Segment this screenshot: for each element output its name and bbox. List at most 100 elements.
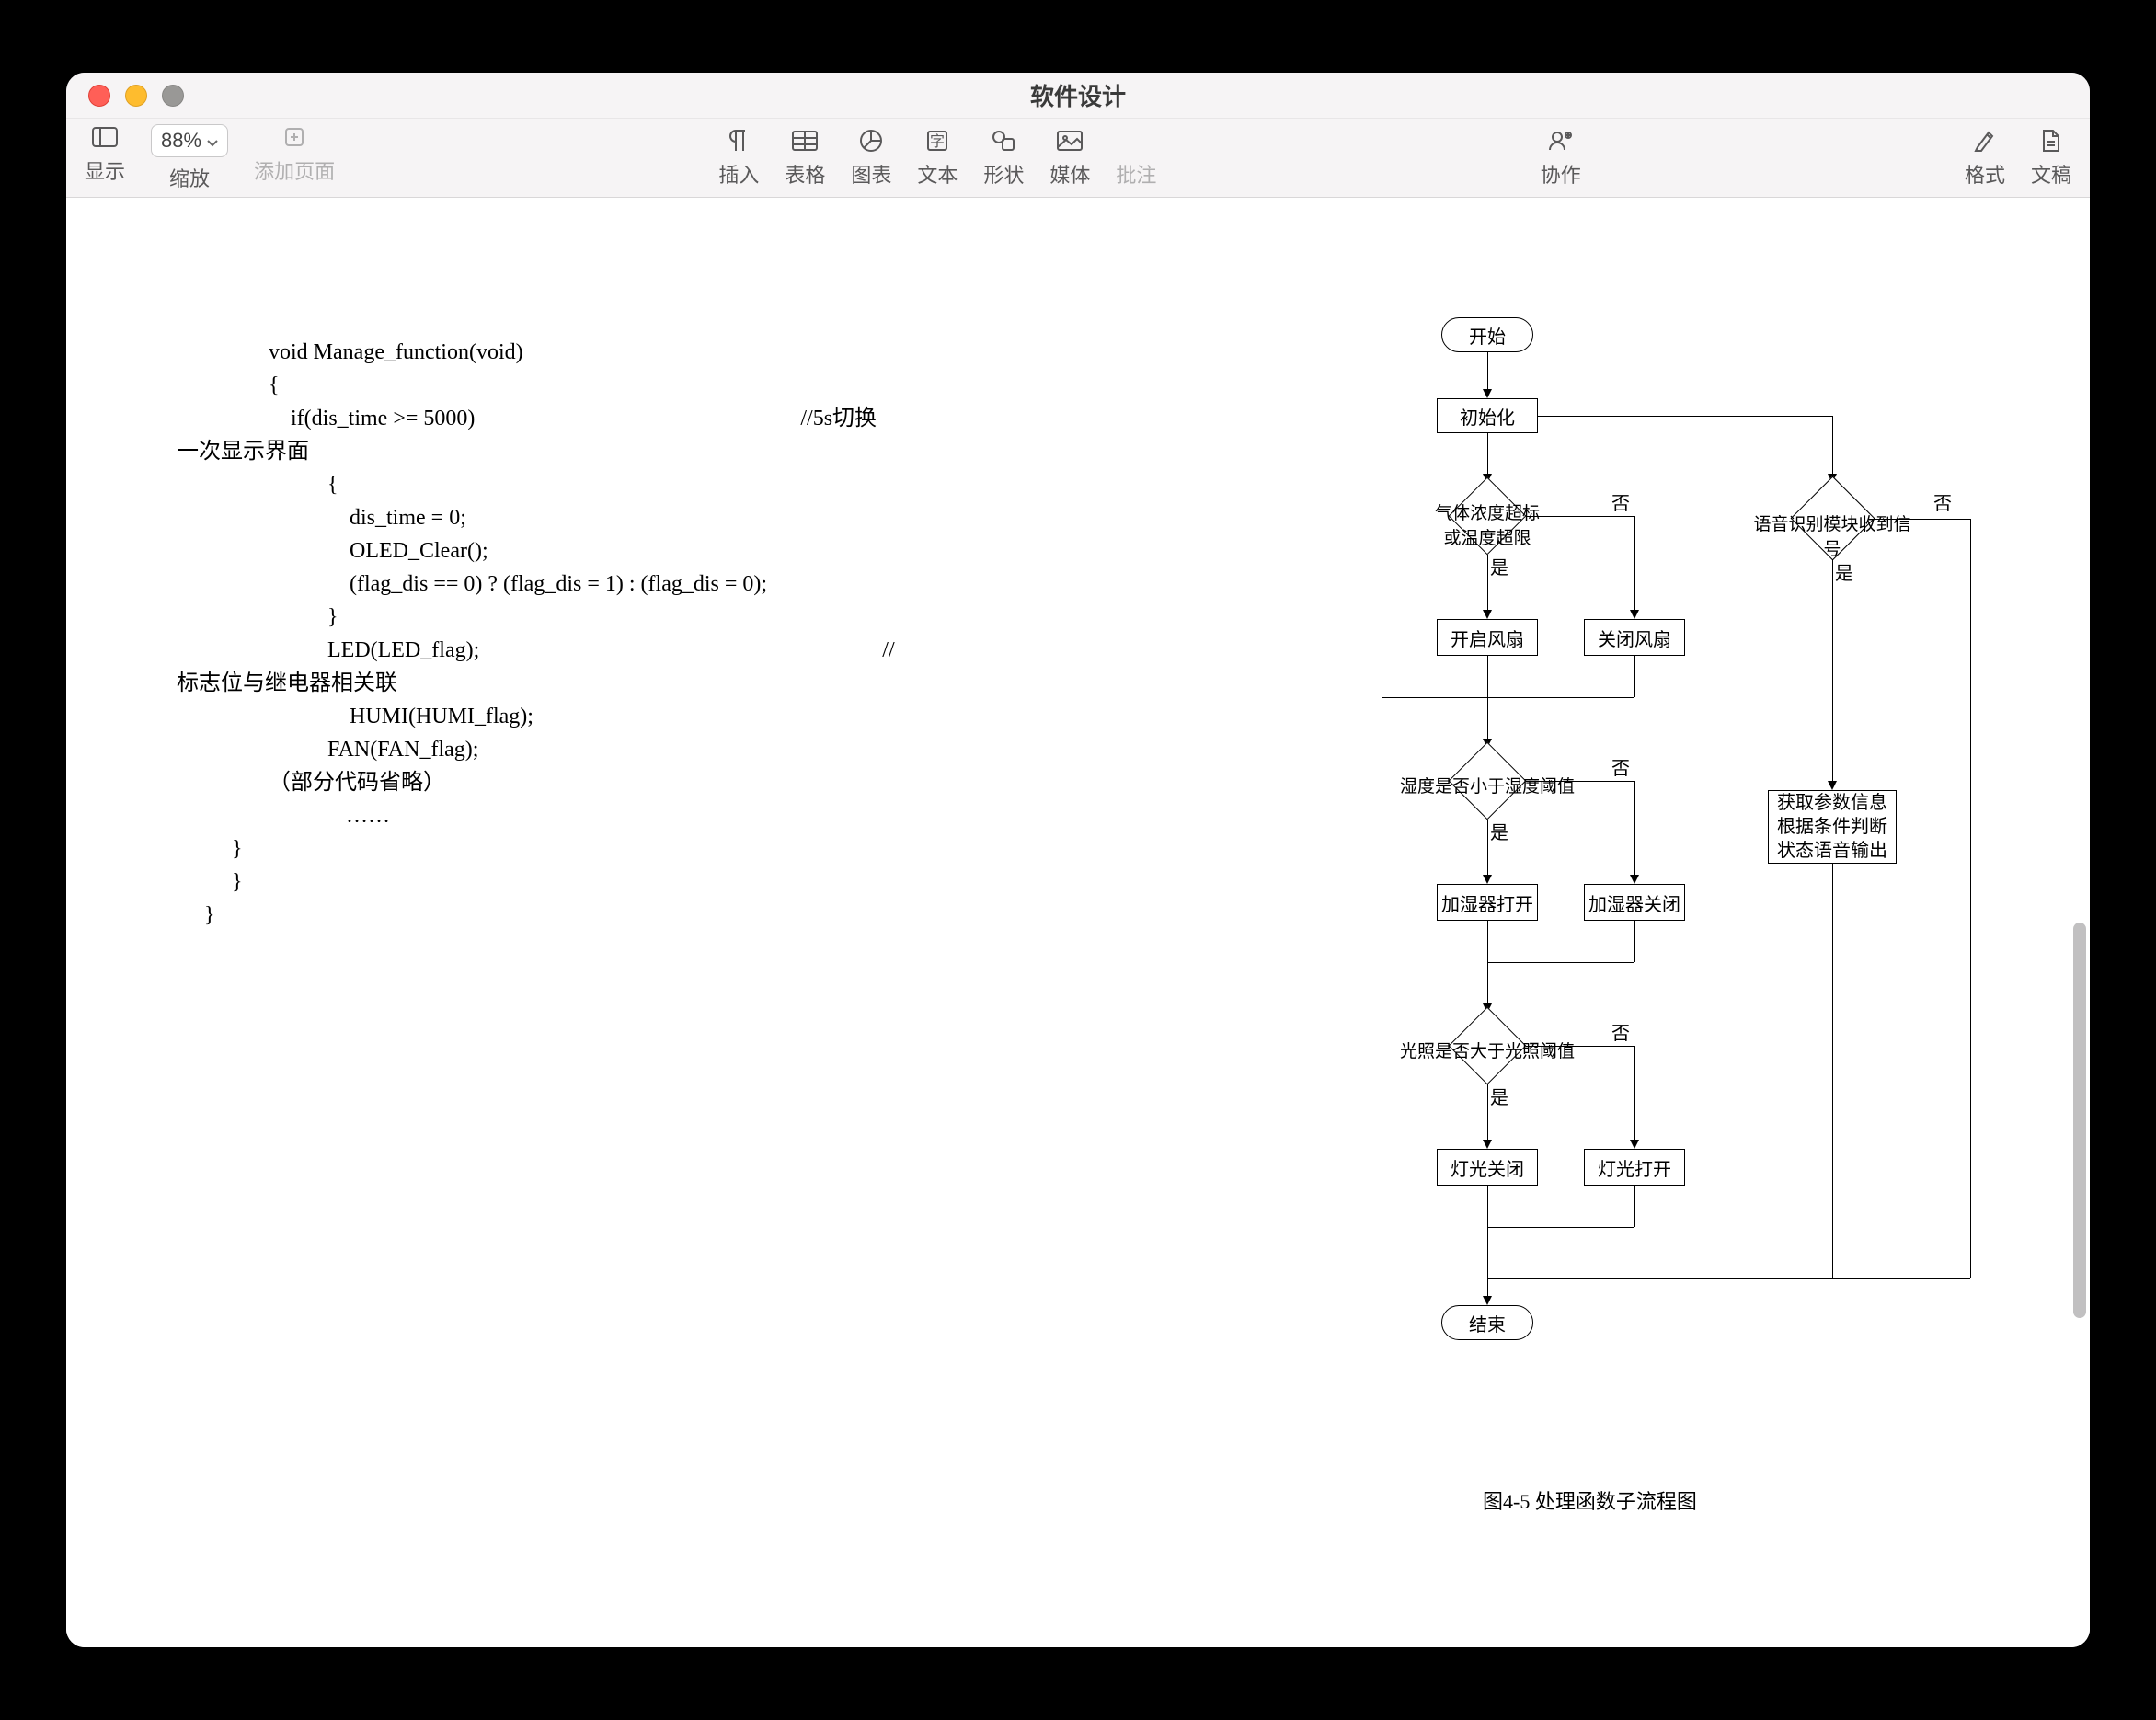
code-line: LED(LED_flag); // <box>177 634 895 667</box>
figure-caption: 图4-5 处理函数子流程图 <box>1483 1485 1697 1515</box>
add-page-label: 添加页面 <box>254 155 335 185</box>
collaborate-icon <box>1548 128 1574 154</box>
code-line: if(dis_time >= 5000) //5s切换 <box>177 402 895 435</box>
sidebar-icon <box>92 124 118 150</box>
text-label: 文本 <box>917 159 958 189</box>
text-button[interactable]: 字 文本 <box>917 128 958 189</box>
format-button[interactable]: 格式 <box>1965 128 2005 189</box>
flow-connector <box>1526 781 1634 782</box>
paragraph-icon <box>726 128 751 154</box>
app-window: 软件设计 显示 88% 缩放 <box>66 73 2090 1647</box>
zoom-button[interactable]: 88% 缩放 <box>151 124 228 192</box>
document-button[interactable]: 文稿 <box>2031 128 2071 189</box>
flow-fan-on: 开启风扇 <box>1437 619 1538 656</box>
flow-connector <box>1487 555 1488 610</box>
toolbar: 显示 88% 缩放 添加页面 <box>66 119 2090 198</box>
add-page-button[interactable]: 添加页面 <box>254 124 335 192</box>
comment-label: 批注 <box>1116 159 1156 189</box>
media-label: 媒体 <box>1049 159 1090 189</box>
flow-connector <box>1526 1046 1634 1047</box>
no-label: 否 <box>1933 488 1952 515</box>
code-line: void Manage_function(void) <box>177 336 895 369</box>
code-line: …… <box>177 799 895 832</box>
code-line: } <box>177 832 895 866</box>
text-icon: 字 <box>924 128 950 154</box>
flow-decision-humid <box>1449 742 1527 820</box>
flow-connector <box>1634 1186 1635 1227</box>
flow-connector <box>1487 697 1634 698</box>
code-line: { <box>177 468 895 501</box>
yes-label: 是 <box>1490 553 1508 579</box>
no-label: 否 <box>1611 1018 1630 1045</box>
format-label: 格式 <box>1965 159 2005 189</box>
collaborate-button[interactable]: 协作 <box>1541 128 1581 189</box>
scrollbar[interactable] <box>2073 923 2086 1318</box>
page-left: void Manage_function(void) { if(dis_time… <box>66 198 1078 1647</box>
window-title: 软件设计 <box>1030 78 1126 112</box>
flow-connector <box>1382 697 1487 698</box>
media-icon <box>1057 128 1083 154</box>
flow-init: 初始化 <box>1437 398 1538 433</box>
add-page-icon <box>281 124 307 150</box>
chart-icon <box>858 128 884 154</box>
yes-label: 是 <box>1490 1083 1508 1109</box>
chart-label: 图表 <box>851 159 891 189</box>
flow-connector <box>1634 516 1635 610</box>
flow-connector <box>1487 962 1634 963</box>
show-button[interactable]: 显示 <box>85 124 125 192</box>
arrow-icon <box>1483 1296 1492 1305</box>
minimize-button[interactable] <box>125 85 147 107</box>
flow-humid-off: 加湿器关闭 <box>1584 884 1685 921</box>
code-line: } <box>177 601 895 634</box>
flow-connector <box>1634 656 1635 697</box>
yes-label: 是 <box>1835 558 1853 585</box>
comment-button[interactable]: 批注 <box>1116 128 1156 189</box>
flow-connector <box>1832 416 1833 474</box>
flow-connector <box>1832 864 1833 1278</box>
flow-connector <box>1526 516 1634 517</box>
no-label: 否 <box>1611 488 1630 515</box>
maximize-button[interactable] <box>162 85 184 107</box>
flow-decision-gas <box>1449 477 1527 556</box>
document-icon <box>2038 128 2064 154</box>
page-right: 开始 初始化 气体浓度超标或温度超限 是 否 <box>1078 198 2090 1647</box>
chart-button[interactable]: 图表 <box>851 128 891 189</box>
code-line: FAN(FAN_flag); <box>177 733 895 766</box>
shape-label: 形状 <box>983 159 1024 189</box>
close-button[interactable] <box>88 85 110 107</box>
code-block: void Manage_function(void) { if(dis_time… <box>177 336 895 932</box>
code-line: (flag_dis == 0) ? (flag_dis = 1) : (flag… <box>177 568 895 601</box>
flow-decision-voice <box>1791 476 1875 561</box>
document-label: 文稿 <box>2031 159 2071 189</box>
arrow-icon <box>1483 610 1492 619</box>
arrow-icon <box>1630 1140 1639 1149</box>
shape-button[interactable]: 形状 <box>983 128 1024 189</box>
table-button[interactable]: 表格 <box>785 128 825 189</box>
no-label: 否 <box>1611 753 1630 780</box>
flow-connector <box>1875 519 1970 520</box>
flow-connector <box>1487 352 1488 389</box>
arrow-icon <box>1630 875 1639 884</box>
flow-connector <box>1487 1227 1634 1228</box>
insert-button[interactable]: 插入 <box>718 128 759 189</box>
code-line: 一次显示界面 <box>177 435 895 468</box>
code-line: } <box>177 866 895 899</box>
code-line: { <box>177 369 895 402</box>
chevron-down-icon <box>207 129 218 153</box>
zoom-label: 缩放 <box>169 163 210 192</box>
media-button[interactable]: 媒体 <box>1049 128 1090 189</box>
flowchart: 开始 初始化 气体浓度超标或温度超限 是 否 <box>1326 317 2044 1476</box>
flow-connector <box>1487 820 1488 875</box>
zoom-select[interactable]: 88% <box>151 124 228 157</box>
flow-connector <box>1487 1186 1488 1296</box>
code-line: （部分代码省略） <box>177 766 895 799</box>
shape-icon <box>991 128 1016 154</box>
flow-connector <box>1634 1046 1635 1140</box>
yes-label: 是 <box>1490 818 1508 844</box>
table-icon <box>792 128 818 154</box>
document-area[interactable]: void Manage_function(void) { if(dis_time… <box>66 198 2090 1647</box>
code-line: dis_time = 0; <box>177 501 895 534</box>
table-label: 表格 <box>785 159 825 189</box>
flow-connector <box>1832 560 1833 781</box>
flow-fan-off: 关闭风扇 <box>1584 619 1685 656</box>
